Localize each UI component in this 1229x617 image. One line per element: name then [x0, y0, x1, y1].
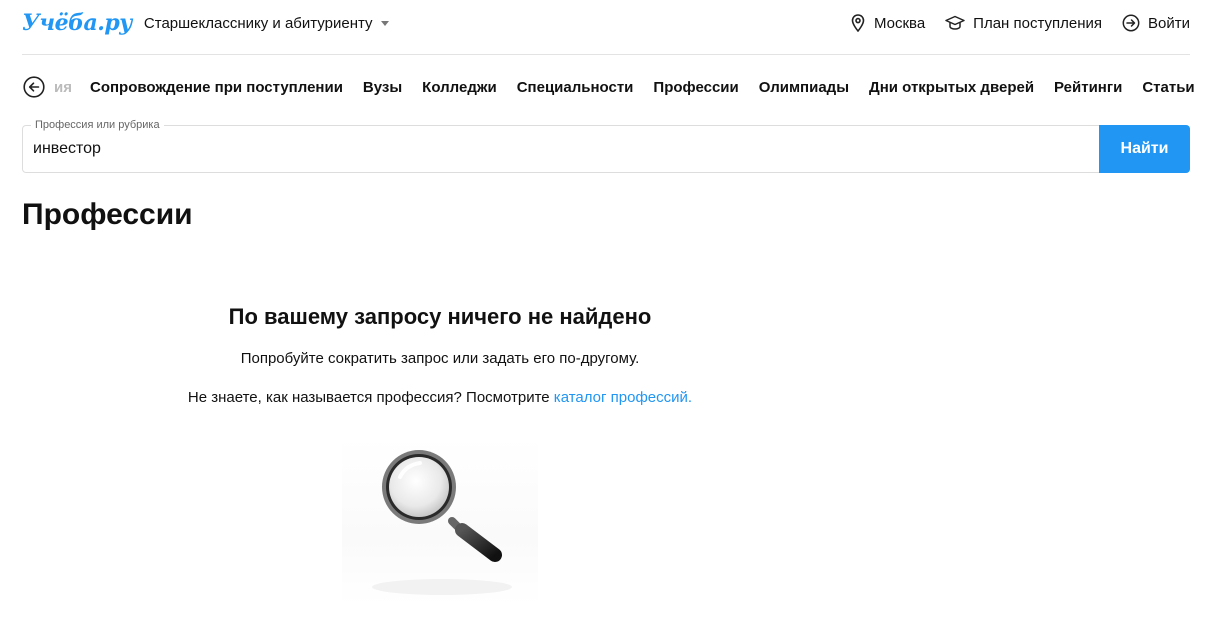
magnifier-illustration	[342, 437, 538, 605]
nav-item-universities[interactable]: Вузы	[363, 79, 402, 96]
site-header: Учёба.ру Старшекласснику и абитуриенту М…	[22, 0, 1190, 46]
city-label: Москва	[873, 14, 926, 32]
header-divider	[22, 54, 1190, 55]
category-nav: ия Сопровождение при поступлении Вузы Ко…	[22, 74, 1199, 100]
arrow-left-circle-icon	[23, 76, 45, 98]
caret-down-icon	[380, 20, 389, 26]
page-title: Профессии	[22, 198, 193, 231]
plan-label: План поступления	[973, 14, 1103, 32]
empty-hint: Попробуйте сократить запрос или задать е…	[240, 350, 640, 367]
empty-state: По вашему запросу ничего не найдено Попр…	[120, 300, 760, 406]
empty-catalog-text: Не знаете, как называется профессия? Пос…	[120, 389, 760, 406]
nav-item-professions[interactable]: Профессии	[653, 79, 738, 96]
header-links: Москва План поступления Войти	[830, 14, 1190, 32]
nav-item-support[interactable]: Сопровождение при поступлении	[90, 79, 343, 96]
login-label: Войти	[1148, 14, 1190, 32]
graduation-cap-icon	[945, 15, 965, 30]
nav-item-specialties[interactable]: Специальности	[517, 79, 634, 96]
catalog-link[interactable]: каталог профессий.	[554, 389, 692, 406]
nav-item-ratings[interactable]: Рейтинги	[1054, 79, 1122, 96]
login-icon	[1122, 14, 1140, 32]
search-input[interactable]	[23, 126, 1099, 172]
location-pin-icon	[851, 14, 865, 32]
empty-title: По вашему запросу ничего не найдено	[228, 304, 652, 329]
nav-item-olympiads[interactable]: Олимпиады	[759, 79, 849, 96]
nav-item-open-days[interactable]: Дни открытых дверей	[869, 79, 1034, 96]
nav-item-faded: ия	[54, 78, 72, 96]
search-form: Профессия или рубрика Найти	[22, 119, 1190, 173]
audience-selector[interactable]: Старшекласснику и абитуриенту	[144, 15, 389, 32]
plan-link[interactable]: План поступления	[945, 15, 1102, 32]
search-button[interactable]: Найти	[1099, 125, 1190, 173]
nav-item-colleges[interactable]: Колледжи	[422, 79, 497, 96]
audience-label: Старшекласснику и абитуриенту	[143, 14, 373, 32]
catalog-prefix: Не знаете, как называется профессия? Пос…	[187, 389, 554, 406]
nav-back-button[interactable]	[22, 75, 46, 99]
city-link[interactable]: Москва	[850, 14, 925, 32]
login-link[interactable]: Войти	[1122, 14, 1190, 32]
logo[interactable]: Учёба.ру	[22, 10, 132, 36]
magnifier-icon	[372, 450, 512, 595]
search-label: Профессия или рубрика	[31, 119, 164, 131]
nav-item-articles[interactable]: Статьи	[1142, 79, 1194, 96]
